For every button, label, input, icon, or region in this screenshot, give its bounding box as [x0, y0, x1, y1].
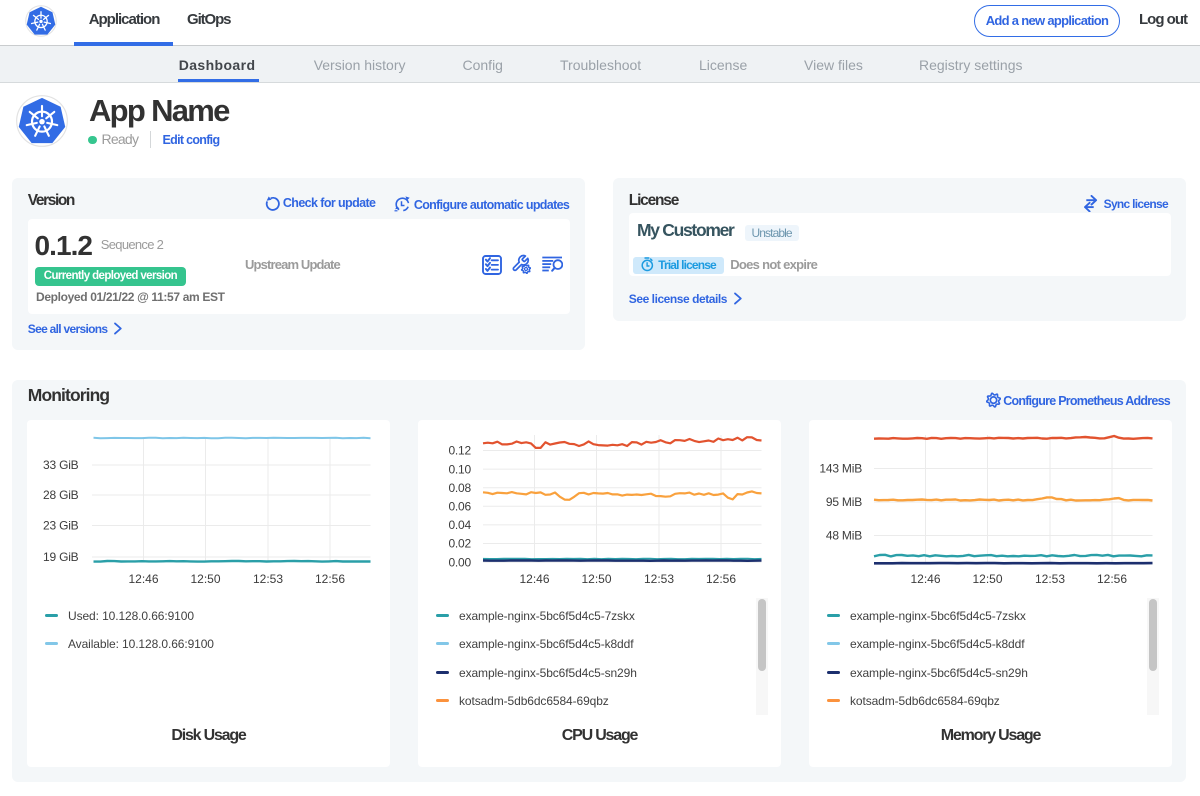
- svg-text:12:46: 12:46: [910, 572, 940, 586]
- svg-text:28 GiB: 28 GiB: [43, 488, 79, 502]
- svg-text:143 MiB: 143 MiB: [819, 462, 862, 476]
- svg-text:0.06: 0.06: [448, 500, 471, 514]
- svg-text:12:56: 12:56: [1097, 572, 1127, 586]
- svg-text:0.10: 0.10: [448, 462, 471, 476]
- svg-text:95 MiB: 95 MiB: [826, 495, 862, 509]
- svg-text:23 GiB: 23 GiB: [43, 519, 79, 533]
- svg-text:0.02: 0.02: [448, 537, 471, 551]
- svg-text:33 GiB: 33 GiB: [43, 458, 79, 472]
- svg-text:12:50: 12:50: [581, 572, 611, 586]
- svg-text:19 GiB: 19 GiB: [43, 550, 79, 564]
- svg-text:12:53: 12:53: [644, 572, 674, 586]
- svg-text:48 MiB: 48 MiB: [826, 529, 862, 543]
- svg-text:0.00: 0.00: [448, 555, 471, 569]
- svg-text:0.12: 0.12: [448, 444, 471, 458]
- svg-text:12:50: 12:50: [190, 572, 220, 586]
- svg-text:12:56: 12:56: [315, 572, 345, 586]
- svg-text:12:46: 12:46: [519, 572, 549, 586]
- svg-text:12:50: 12:50: [972, 572, 1002, 586]
- svg-text:0.08: 0.08: [448, 481, 471, 495]
- svg-text:0.04: 0.04: [448, 518, 471, 532]
- svg-text:12:53: 12:53: [253, 572, 283, 586]
- svg-text:12:46: 12:46: [128, 572, 158, 586]
- svg-text:12:56: 12:56: [706, 572, 736, 586]
- svg-text:12:53: 12:53: [1035, 572, 1065, 586]
